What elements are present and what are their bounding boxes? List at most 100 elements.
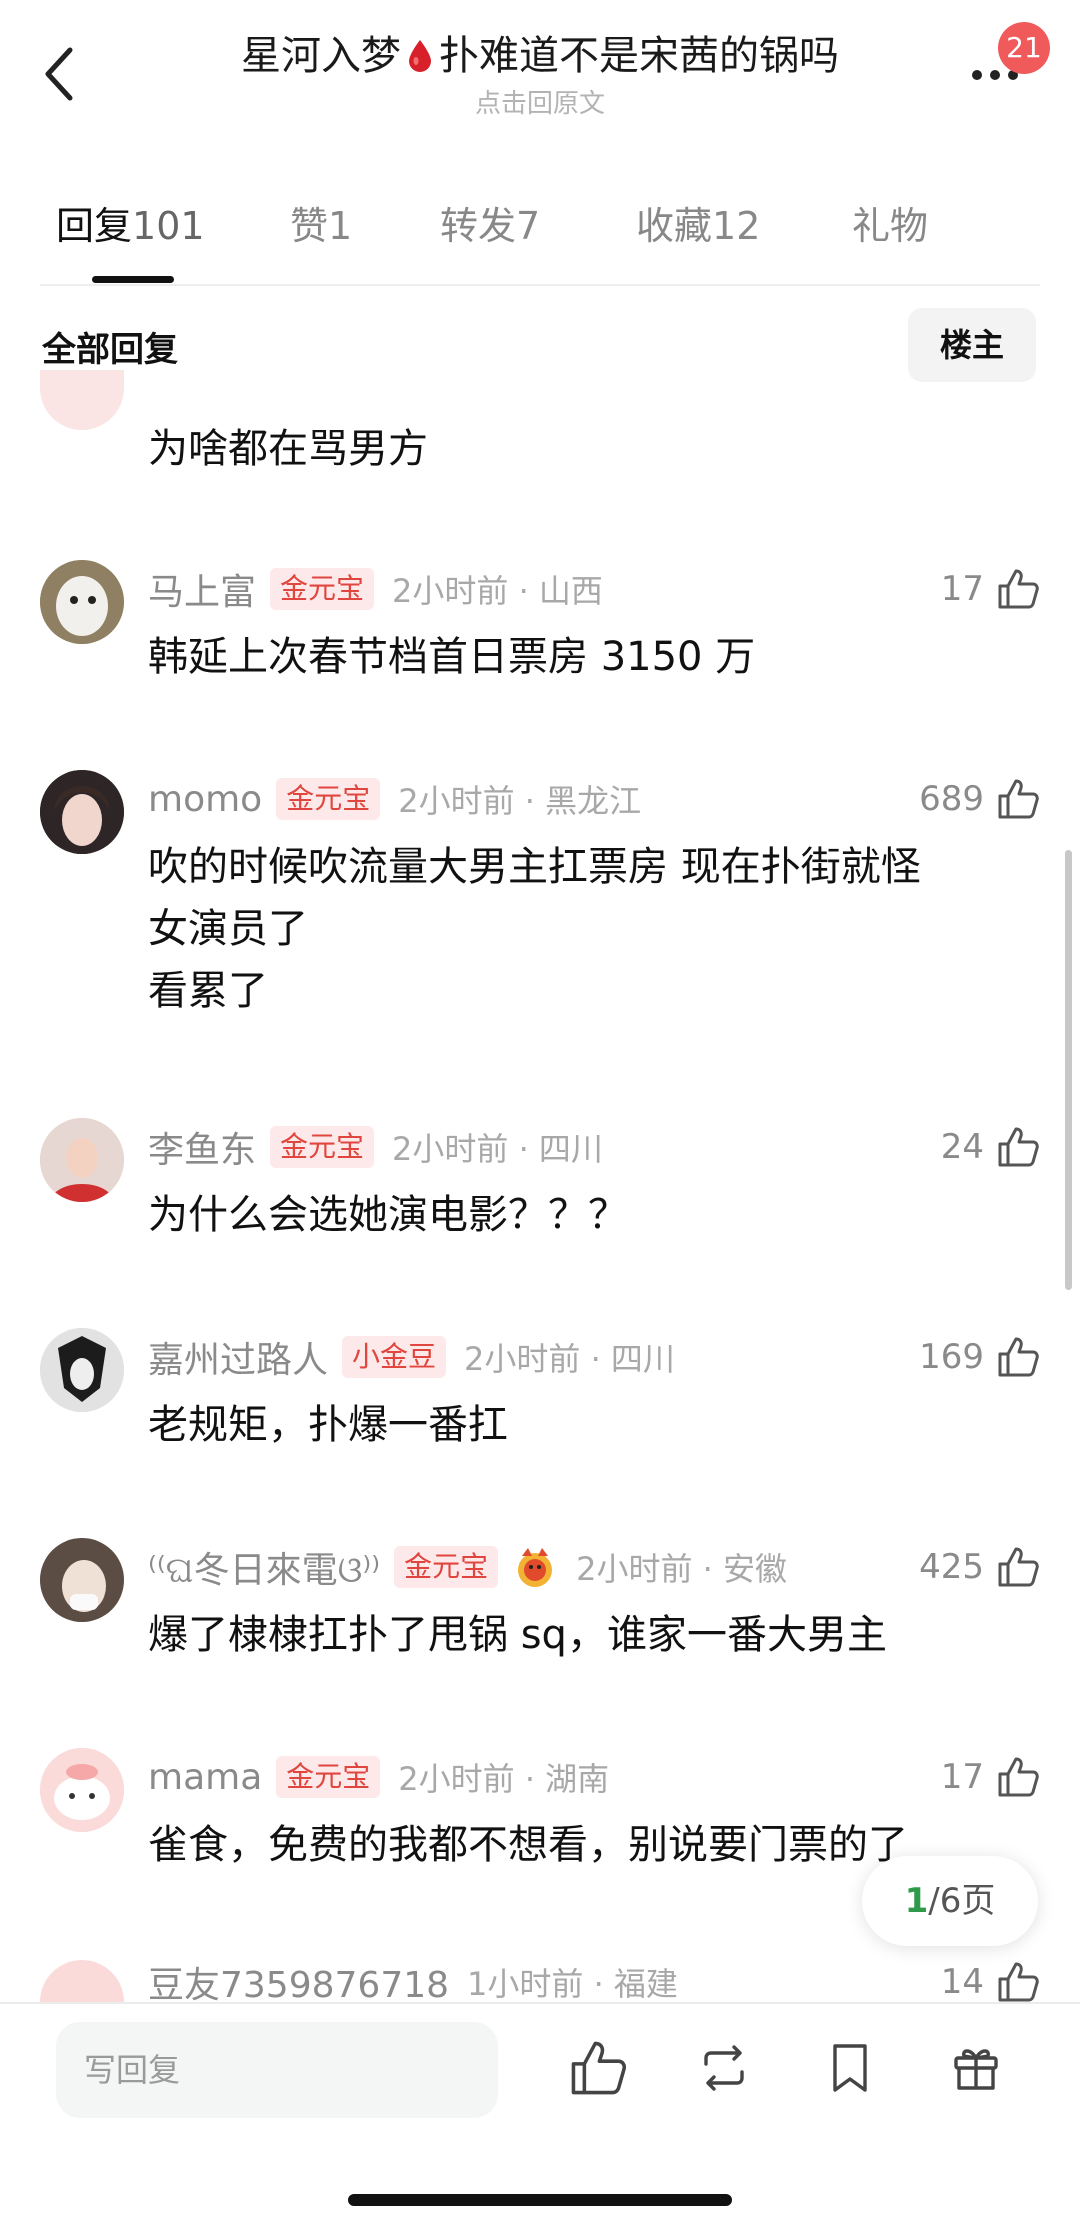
avatar[interactable] bbox=[40, 1538, 124, 1622]
thumbs-up-icon bbox=[998, 569, 1039, 609]
tab-count: 1 bbox=[328, 204, 353, 248]
divider bbox=[40, 284, 1040, 286]
like-count: 17 bbox=[940, 1757, 984, 1797]
like-count: 425 bbox=[919, 1547, 984, 1587]
username[interactable]: 马上富 bbox=[148, 563, 256, 615]
dot-icon bbox=[990, 70, 1000, 80]
comment-meta: momo 金元宝 2小时前 · 黑龙江 bbox=[148, 774, 641, 824]
user-badge: 小金豆 bbox=[342, 1336, 447, 1378]
avatar-image bbox=[40, 1538, 124, 1622]
username[interactable]: ⁽⁽ଘ冬日來電ଓ⁾⁾ bbox=[148, 1541, 380, 1593]
repost-button[interactable] bbox=[694, 2038, 754, 2102]
avatar[interactable] bbox=[40, 770, 124, 854]
dot-icon bbox=[972, 70, 982, 80]
user-badge: 金元宝 bbox=[276, 778, 381, 820]
comment-text: 老规矩，扑爆一番扛 bbox=[148, 1402, 508, 1448]
avatar-image bbox=[40, 770, 124, 854]
comment-time: 2小时前 · 安徽 bbox=[576, 1550, 787, 1588]
comment-text: 为什么会选她演电影？？？ bbox=[148, 1192, 628, 1238]
like-count: 24 bbox=[940, 1127, 984, 1167]
avatar[interactable] bbox=[40, 1118, 124, 1202]
thumbs-up-icon bbox=[998, 1757, 1039, 1797]
like-button[interactable]: 14 bbox=[941, 1962, 1040, 2002]
tab-count: 12 bbox=[712, 204, 761, 248]
tab-replies[interactable]: 回复101 bbox=[56, 196, 205, 256]
username[interactable]: 嘉州过路人 bbox=[148, 1331, 328, 1383]
tab-likes[interactable]: 赞1 bbox=[290, 196, 352, 256]
avatar[interactable] bbox=[40, 370, 124, 430]
comment-time: 2小时前 · 四川 bbox=[392, 1130, 603, 1168]
user-badge: 金元宝 bbox=[394, 1546, 499, 1588]
tab-label: 收藏 bbox=[636, 204, 713, 248]
username[interactable]: 豆友7359876718 bbox=[148, 1962, 449, 2002]
current-page: 1 bbox=[904, 1881, 929, 1921]
comment-meta: ⁽⁽ଘ冬日來電ଓ⁾⁾ 金元宝 2小时前 · 安徽 bbox=[148, 1542, 787, 1592]
tab-count: 101 bbox=[132, 204, 205, 248]
username[interactable]: mama bbox=[148, 1757, 262, 1798]
avatar[interactable] bbox=[40, 1328, 124, 1412]
like-post-button[interactable] bbox=[568, 2038, 628, 2102]
title-author: 星河入梦 bbox=[241, 33, 401, 79]
gift-icon bbox=[954, 2049, 998, 2090]
comment-meta: 豆友7359876718 1小时前 · 福建 bbox=[148, 1962, 678, 2002]
comment-meta: 马上富 金元宝 2小时前 · 山西 bbox=[148, 564, 603, 614]
lucky-cat-icon bbox=[518, 1548, 553, 1587]
comment-time: 1小时前 · 福建 bbox=[467, 1965, 678, 2002]
page-indicator[interactable]: 1/6页 bbox=[862, 1856, 1038, 1946]
tab-reposts[interactable]: 转发7 bbox=[440, 196, 540, 256]
avatar[interactable] bbox=[40, 1748, 124, 1832]
repost-icon bbox=[704, 2045, 744, 2091]
tab-label: 赞 bbox=[290, 204, 329, 248]
like-count: 14 bbox=[940, 1962, 984, 2002]
back-button[interactable] bbox=[40, 44, 80, 104]
like-button[interactable]: 689 bbox=[919, 774, 1040, 824]
blood-drop-icon bbox=[409, 40, 431, 72]
user-badge: 金元宝 bbox=[276, 1756, 381, 1798]
comment-meta: mama 金元宝 2小时前 · 湖南 bbox=[148, 1752, 609, 1802]
avatar-image bbox=[40, 1118, 124, 1202]
thumbs-up-icon bbox=[998, 1127, 1039, 1167]
avatar[interactable] bbox=[40, 560, 124, 644]
username[interactable]: 李鱼东 bbox=[148, 1121, 256, 1173]
all-replies-label: 全部回复 bbox=[42, 330, 178, 370]
thumbs-up-icon bbox=[571, 2041, 627, 2095]
reply-input[interactable]: 写回复 bbox=[56, 2022, 498, 2118]
like-button[interactable]: 24 bbox=[941, 1122, 1040, 1172]
author-only-button[interactable]: 楼主 bbox=[908, 308, 1036, 382]
like-button[interactable]: 17 bbox=[941, 1752, 1040, 1802]
tab-label: 转发 bbox=[440, 204, 517, 248]
avatar[interactable] bbox=[40, 1960, 124, 2002]
avatar-image bbox=[40, 560, 124, 644]
comment-time: 2小时前 · 黑龙江 bbox=[398, 782, 642, 820]
title-text: 扑难道不是宋茜的锅吗 bbox=[439, 33, 839, 79]
gift-button[interactable] bbox=[946, 2038, 1006, 2102]
comment-time: 2小时前 · 四川 bbox=[464, 1340, 675, 1378]
like-count: 17 bbox=[940, 569, 984, 609]
scrollbar[interactable] bbox=[1065, 850, 1072, 1290]
username[interactable]: momo bbox=[148, 779, 262, 820]
like-button[interactable]: 169 bbox=[919, 1332, 1040, 1382]
like-button[interactable]: 425 bbox=[919, 1542, 1040, 1592]
like-button[interactable]: 17 bbox=[941, 564, 1040, 614]
thumbs-up-icon bbox=[998, 1547, 1039, 1587]
tab-label: 礼物 bbox=[852, 204, 929, 248]
comment-text: 爆了棣棣扛扑了甩锅 sq，谁家一番大男主 bbox=[148, 1612, 887, 1658]
comment-time: 2小时前 · 山西 bbox=[392, 572, 603, 610]
comment-time: 2小时前 · 湖南 bbox=[398, 1760, 610, 1798]
back-to-original-link[interactable]: 点击回原文 bbox=[150, 86, 930, 122]
tab-favorites[interactable]: 收藏12 bbox=[636, 196, 760, 256]
comment-text: 韩延上次春节档首日票房 3150 万 bbox=[148, 634, 756, 680]
bookmark-button[interactable] bbox=[820, 2038, 880, 2102]
user-badge: 金元宝 bbox=[270, 1126, 375, 1168]
comment-text: 吹的时候吹流量大男主扛票房 现在扑街就怪 女演员了 看累了 bbox=[148, 844, 921, 1014]
tab-count: 7 bbox=[516, 204, 541, 248]
chevron-left-icon bbox=[45, 47, 73, 101]
tab-gifts[interactable]: 礼物 bbox=[852, 196, 928, 256]
comment-meta: 李鱼东 金元宝 2小时前 · 四川 bbox=[148, 1122, 603, 1172]
comment-meta: 嘉州过路人 小金豆 2小时前 · 四川 bbox=[148, 1332, 675, 1382]
avatar-image bbox=[40, 1328, 124, 1412]
post-title-link[interactable]: 星河入梦 扑难道不是宋茜的锅吗 点击回原文 bbox=[150, 26, 930, 122]
thumbs-up-icon bbox=[998, 1337, 1039, 1377]
tab-label: 回复 bbox=[56, 204, 133, 248]
notification-badge: 21 bbox=[998, 22, 1050, 74]
